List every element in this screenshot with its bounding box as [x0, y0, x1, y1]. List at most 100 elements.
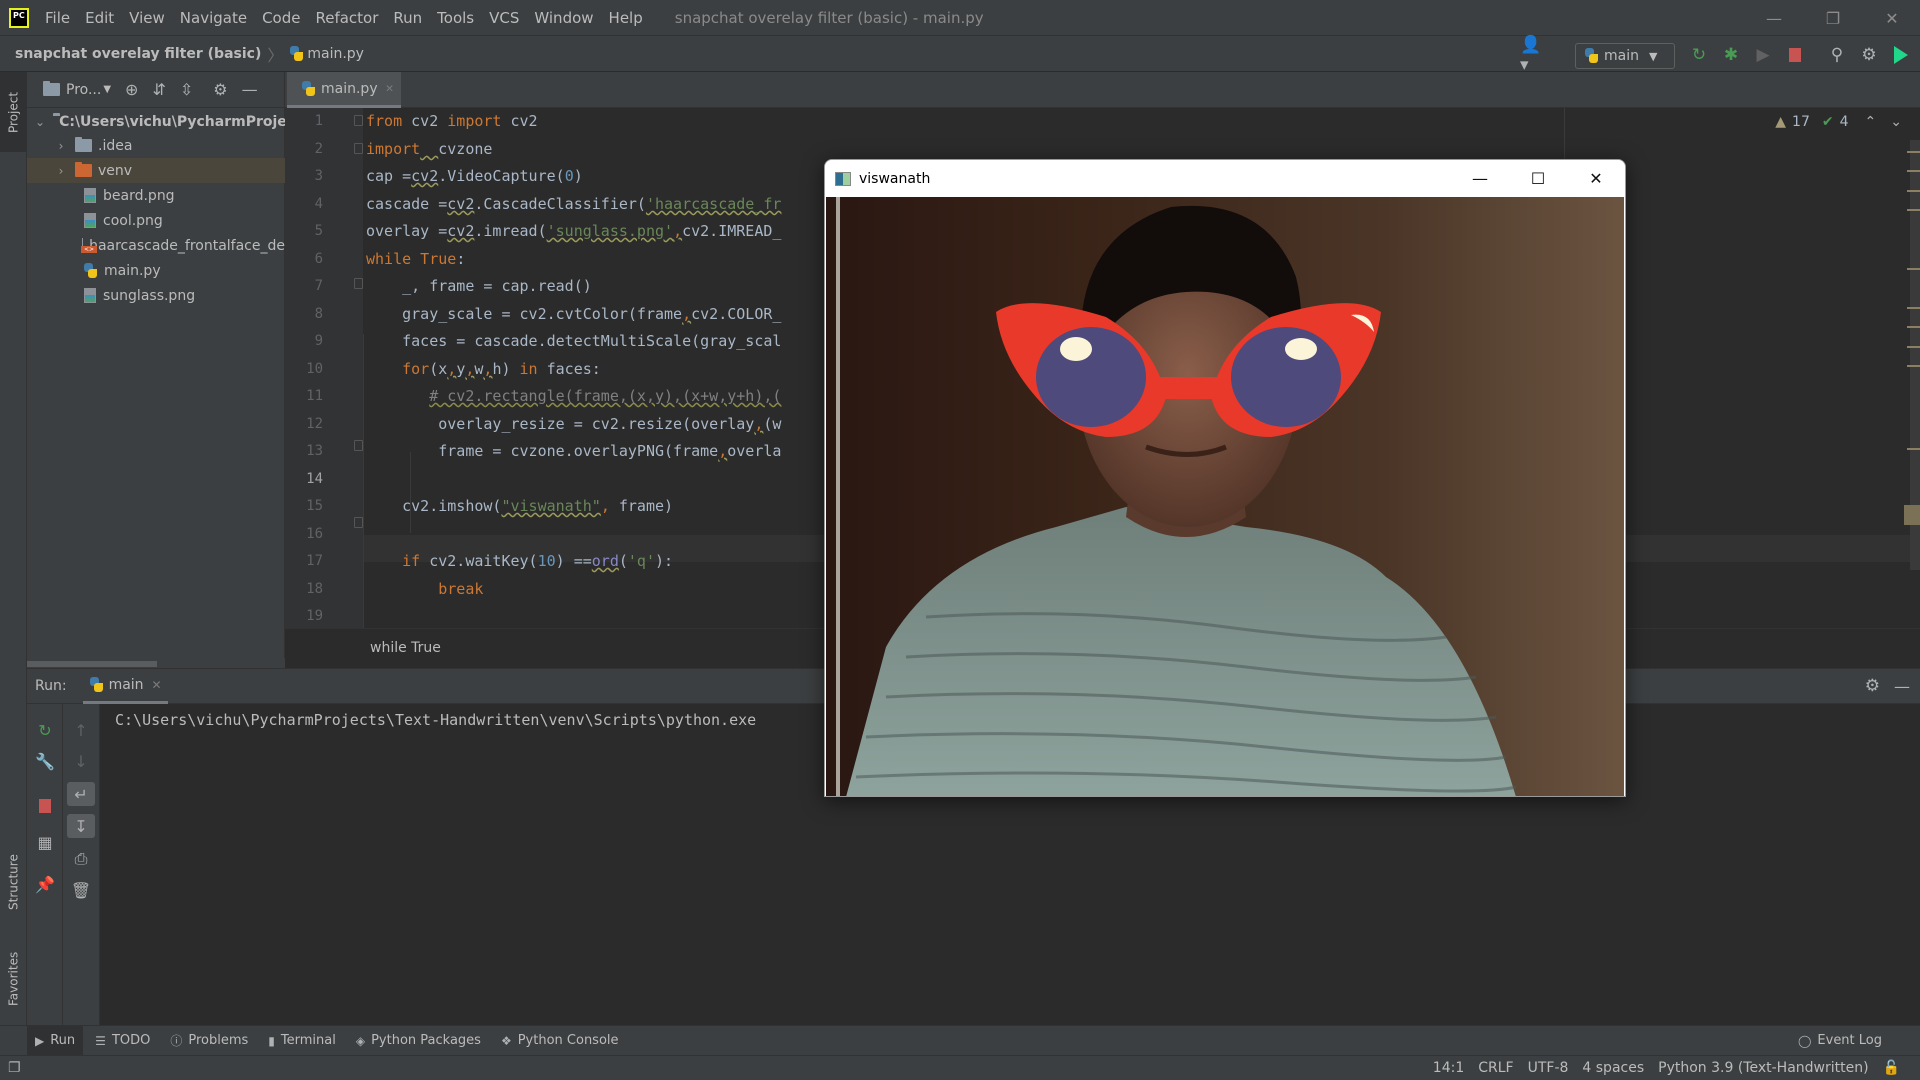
menu-navigate[interactable]: Navigate: [180, 9, 247, 27]
caret-position[interactable]: 14:1: [1433, 1060, 1464, 1076]
hide-panel-icon[interactable]: —: [1894, 677, 1910, 696]
structure-tool-tab[interactable]: Structure: [0, 832, 27, 932]
code-line-12[interactable]: overlay_resize = cv2.resize(overlay,(w: [366, 411, 781, 438]
code-line-4[interactable]: cascade =cv2.CascadeClassifier('haarcasc…: [366, 191, 781, 218]
code-line-11[interactable]: # cv2.rectangle(frame,(x,y),(x+w,y+h),(: [366, 383, 781, 410]
fold-marker-icon[interactable]: [354, 440, 363, 451]
expand-all-icon[interactable]: ⇵: [152, 80, 165, 99]
hide-panel-icon[interactable]: —: [242, 80, 258, 99]
breadcrumb-file[interactable]: main.py: [307, 46, 364, 62]
tree-item-idea[interactable]: › .idea: [27, 133, 285, 158]
fold-marker-icon[interactable]: [354, 115, 363, 126]
error-stripe-mark[interactable]: [1907, 190, 1920, 192]
pin-icon[interactable]: 📌: [27, 872, 63, 896]
code-line-10[interactable]: for(x,y,w,h) in faces:: [366, 356, 601, 383]
close-tab-icon[interactable]: ✕: [152, 678, 162, 692]
error-stripe-mark[interactable]: [1907, 268, 1920, 270]
code-line-6[interactable]: while True:: [366, 246, 465, 273]
error-stripe-mark[interactable]: [1907, 448, 1920, 450]
error-stripe-mark[interactable]: [1907, 209, 1920, 211]
collapse-all-icon[interactable]: ⇳: [180, 80, 193, 99]
code-line-18[interactable]: break: [366, 576, 483, 603]
tool-tab-todo[interactable]: ☰ TODO: [87, 1026, 158, 1056]
stop-icon[interactable]: [27, 794, 63, 818]
fold-marker-icon[interactable]: [354, 278, 363, 289]
tab-main-py[interactable]: main.py ✕: [287, 72, 401, 108]
error-stripe-mark[interactable]: [1907, 346, 1920, 348]
project-tool-tab[interactable]: Project: [0, 72, 27, 152]
chevron-down-icon[interactable]: ▼: [103, 84, 111, 95]
project-view-selector[interactable]: Pro...: [66, 82, 101, 98]
fold-marker-icon[interactable]: [354, 517, 363, 528]
close-window-button[interactable]: ✕: [1869, 0, 1915, 36]
code-line-2[interactable]: import cvzone: [366, 136, 492, 163]
coverage-button[interactable]: ▶: [1752, 44, 1774, 66]
gear-icon[interactable]: ⚙: [1865, 676, 1880, 696]
cv-minimize-button[interactable]: —: [1451, 160, 1509, 197]
tool-tab-terminal[interactable]: ▮ Terminal: [260, 1026, 344, 1056]
code-line-1[interactable]: from cv2 import cv2: [366, 108, 538, 135]
scroll-position-marker[interactable]: [1904, 505, 1920, 525]
trash-icon[interactable]: 🗑: [63, 878, 99, 902]
debug-button[interactable]: ✱: [1720, 44, 1742, 66]
menu-vcs[interactable]: VCS: [489, 9, 519, 27]
menu-tools[interactable]: Tools: [437, 9, 474, 27]
code-line-7[interactable]: _, frame = cap.read(): [366, 273, 592, 300]
menu-help[interactable]: Help: [609, 9, 643, 27]
error-stripe-mark[interactable]: [1907, 307, 1920, 309]
tree-item-cool-png[interactable]: cool.png: [27, 208, 285, 233]
tool-tab-python-console[interactable]: ❖ Python Console: [493, 1026, 627, 1056]
horizontal-scrollbar[interactable]: [27, 658, 285, 668]
restore-window-button[interactable]: ❐: [1810, 0, 1856, 36]
menu-run[interactable]: Run: [393, 9, 422, 27]
arrow-down-icon[interactable]: ↓: [63, 749, 99, 773]
rerun-button[interactable]: ↻: [1688, 44, 1710, 66]
rerun-icon[interactable]: ↻: [27, 718, 63, 742]
search-everywhere-button[interactable]: ⚲: [1826, 44, 1848, 66]
menu-code[interactable]: Code: [262, 9, 300, 27]
code-line-9[interactable]: faces = cascade.detectMultiScale(gray_sc…: [366, 328, 781, 355]
layout-icon[interactable]: ▦: [27, 830, 63, 854]
scroll-to-end-icon[interactable]: ↧: [67, 814, 95, 838]
user-account-icon[interactable]: 👤▾: [1520, 35, 1542, 75]
tool-tab-problems[interactable]: ⓘ Problems: [162, 1026, 256, 1056]
code-line-5[interactable]: overlay =cv2.imread('sunglass.png',cv2.I…: [366, 218, 781, 245]
tree-item-beard-png[interactable]: beard.png: [27, 183, 285, 208]
breadcrumb-while-true[interactable]: while True: [370, 640, 441, 656]
settings-button[interactable]: ⚙: [1858, 44, 1880, 66]
scrollbar-thumb[interactable]: [27, 661, 157, 667]
previous-highlight-icon[interactable]: ⌃: [1865, 114, 1877, 130]
tool-tab-run[interactable]: ▶ Run: [27, 1025, 84, 1056]
print-icon[interactable]: ⎙: [63, 847, 99, 871]
favorites-tool-tab[interactable]: Favorites: [0, 934, 27, 1024]
tree-item-main-py[interactable]: main.py: [27, 258, 285, 283]
error-stripe-mark[interactable]: [1907, 170, 1920, 172]
wrench-icon[interactable]: 🔧: [27, 749, 63, 773]
code-line-3[interactable]: cap =cv2.VideoCapture(0): [366, 163, 583, 190]
error-stripe-mark[interactable]: [1907, 326, 1920, 328]
file-encoding[interactable]: UTF-8: [1528, 1060, 1569, 1076]
menu-file[interactable]: File: [45, 9, 70, 27]
stop-button[interactable]: [1784, 44, 1806, 66]
lock-icon[interactable]: 🔓: [1883, 1060, 1900, 1076]
code-line-8[interactable]: gray_scale = cv2.cvtColor(frame,cv2.COLO…: [366, 301, 781, 328]
soft-wrap-icon[interactable]: ↵: [67, 782, 95, 806]
opencv-window[interactable]: viswanath — ☐ ✕: [824, 159, 1626, 797]
minimize-window-button[interactable]: —: [1751, 0, 1797, 36]
menu-view[interactable]: View: [129, 9, 165, 27]
tool-tab-python-packages[interactable]: ◈ Python Packages: [348, 1026, 489, 1056]
menu-window[interactable]: Window: [534, 9, 593, 27]
run-tab-main[interactable]: main ✕: [82, 668, 168, 704]
chevron-right-icon[interactable]: ›: [55, 164, 67, 178]
chevron-right-icon[interactable]: ›: [55, 139, 67, 153]
run-configuration-selector[interactable]: main ▼: [1575, 43, 1675, 69]
fold-marker-icon[interactable]: [354, 143, 363, 154]
arrow-up-icon[interactable]: ↑: [63, 718, 99, 742]
chevron-down-icon[interactable]: ⌄: [35, 115, 45, 129]
python-interpreter[interactable]: Python 3.9 (Text-Handwritten): [1658, 1060, 1868, 1076]
close-tab-icon[interactable]: ✕: [386, 81, 394, 96]
tree-item-venv[interactable]: › venv: [27, 158, 285, 183]
code-line-17[interactable]: if cv2.waitKey(10) ==ord('q'):: [366, 548, 673, 575]
opencv-window-titlebar[interactable]: viswanath — ☐ ✕: [825, 160, 1625, 197]
cv-maximize-button[interactable]: ☐: [1509, 160, 1567, 197]
